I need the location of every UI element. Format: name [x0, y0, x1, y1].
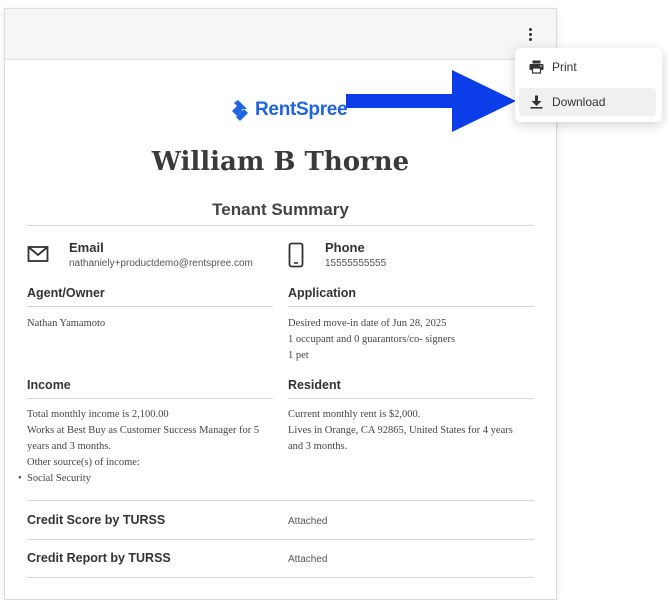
- income-line: Works at Best Buy as Customer Success Ma…: [27, 425, 260, 436]
- email-label: Email: [69, 240, 104, 255]
- printer-icon: [528, 59, 544, 75]
- agent-owner-body: Nathan Yamamoto: [27, 316, 105, 332]
- application-body: Desired move-in date of Jun 28, 2025 1 o…: [288, 316, 455, 364]
- bullet-dot: •: [18, 473, 22, 484]
- more-options-icon[interactable]: [523, 23, 537, 45]
- brand-name: RentSpree: [255, 99, 348, 120]
- application-line: 1 occupant and 0 guarantors/co- signers: [288, 334, 456, 345]
- income-bullet-text: Social Security: [27, 473, 91, 484]
- rentspree-logo: RentSpree: [227, 97, 348, 123]
- divider: [27, 539, 534, 540]
- credit-score-title: Credit Score by TURSS: [27, 513, 166, 527]
- rentspree-logo-mark: [232, 100, 248, 121]
- report-toolbar: [5, 9, 556, 60]
- resident-line: and 3 months.: [288, 441, 348, 452]
- divider: [27, 306, 273, 307]
- agent-owner-title: Agent/Owner: [27, 286, 105, 300]
- income-line: Other source(s) of income:: [27, 457, 140, 468]
- download-icon: [528, 94, 544, 110]
- income-body: Total monthly income is 2,100.00 Works a…: [18, 407, 260, 487]
- phone-label: Phone: [325, 240, 365, 255]
- income-title: Income: [27, 378, 71, 392]
- credit-report-status: Attached: [288, 554, 328, 565]
- credit-score-status: Attached: [288, 516, 328, 527]
- menu-item-download[interactable]: Download: [519, 88, 656, 116]
- agent-owner-line: Nathan Yamamoto: [27, 318, 106, 329]
- income-bullet-item: • Social Security: [18, 471, 259, 487]
- mail-icon: [27, 246, 49, 262]
- income-line: Total monthly income is 2,100.00: [27, 409, 169, 420]
- email-value: nathaniely+productdemo@rentspree.com: [69, 258, 253, 269]
- divider: [288, 398, 534, 399]
- resident-line: Current monthly rent is $2,000.: [288, 409, 421, 420]
- divider: [27, 398, 273, 399]
- options-menu: Print Download: [515, 48, 662, 122]
- resident-title: Resident: [288, 378, 341, 392]
- resident-body: Current monthly rent is $2,000. Lives in…: [288, 407, 513, 455]
- annotation-arrow: [346, 70, 516, 132]
- divider: [27, 577, 534, 578]
- application-line: Desired move-in date of Jun 28, 2025: [288, 318, 447, 329]
- income-line: years and 3 months.: [27, 441, 111, 452]
- divider: [27, 500, 534, 501]
- divider: [27, 225, 534, 226]
- phone-value: 15555555555: [325, 258, 387, 269]
- resident-line: Lives in Orange, CA 92865, United States…: [288, 425, 513, 436]
- application-line: 1 pet: [288, 350, 309, 361]
- application-title: Application: [288, 286, 357, 300]
- menu-item-print[interactable]: Print: [519, 53, 656, 81]
- menu-item-label: Print: [552, 60, 577, 74]
- divider: [288, 306, 534, 307]
- credit-report-title: Credit Report by TURSS: [27, 551, 171, 565]
- phone-icon: [288, 242, 304, 268]
- tenant-name: William B Thorne: [151, 147, 410, 177]
- menu-item-label: Download: [552, 95, 606, 109]
- document-title: Tenant Summary: [212, 200, 349, 219]
